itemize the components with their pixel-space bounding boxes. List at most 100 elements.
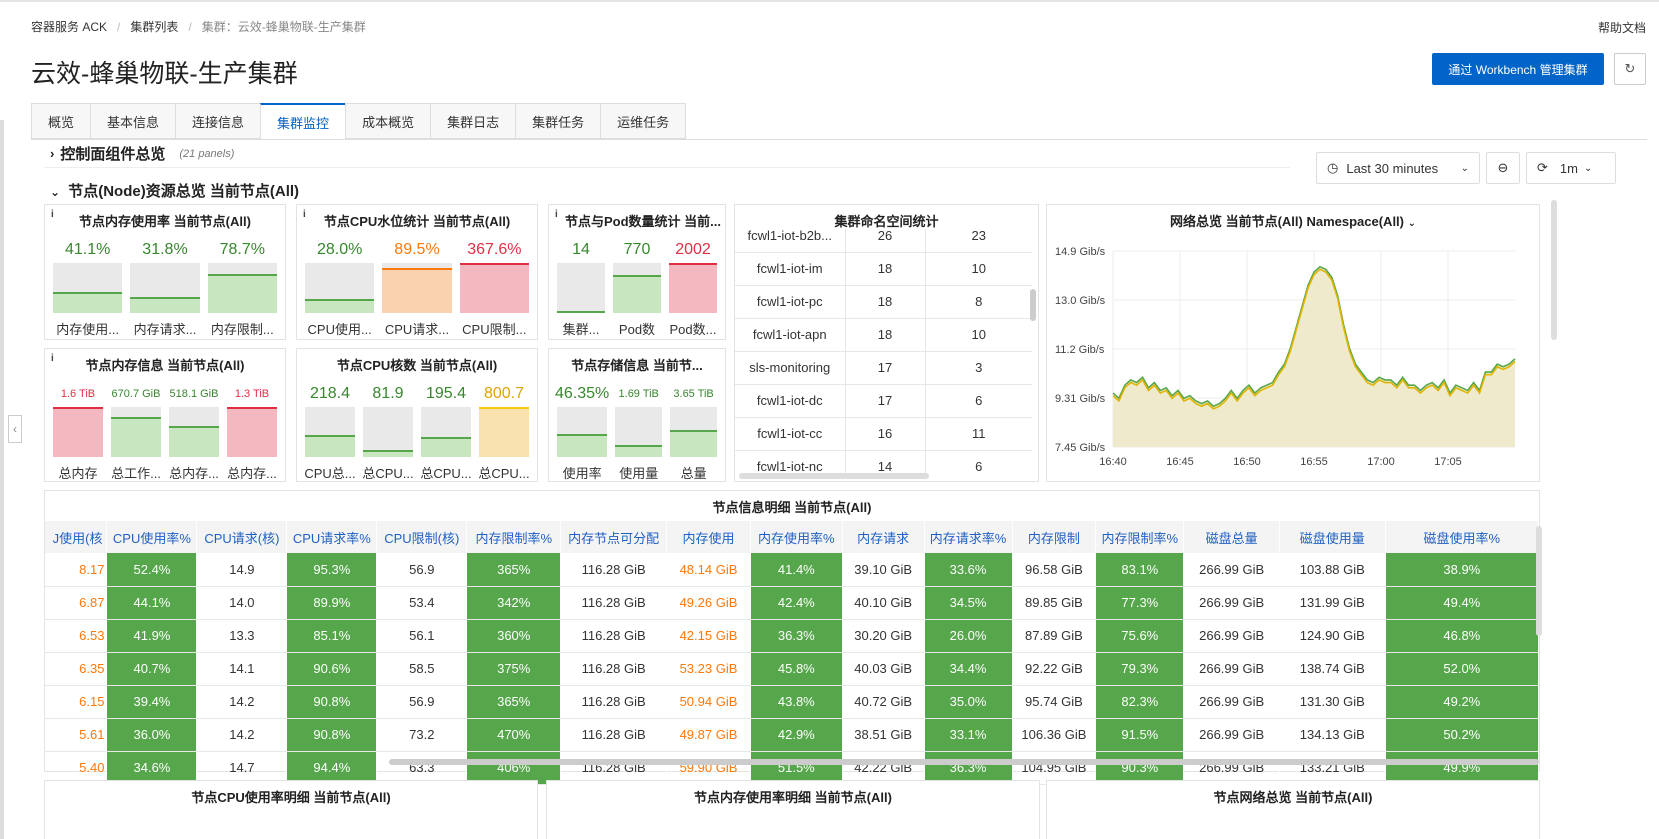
namespace-name: fcwl1-iot-cc (735, 417, 846, 451)
column-header[interactable]: 内存限制率% (1095, 521, 1185, 553)
namespace-hscroll[interactable] (739, 473, 929, 479)
tab-overview[interactable]: 概览 (31, 103, 91, 139)
column-header[interactable]: 磁盘使用率% (1385, 521, 1540, 553)
column-header[interactable]: 内存使用率% (750, 521, 843, 553)
gauge-bar (53, 407, 103, 457)
table-cell: 42.4% (750, 586, 843, 620)
tab-cost-overview[interactable]: 成本概览 (345, 103, 431, 139)
gauge-group: 1.6 TiB 总内存 670.7 GiB 总工作... 518.1 GiB 总内存...… (51, 383, 279, 481)
gauge-bar (363, 407, 413, 457)
column-header[interactable]: CPU请求(核) (196, 521, 288, 553)
sidebar-expand-icon[interactable]: ‹ (8, 415, 22, 443)
gauge-value: 518.1 GiB (169, 388, 219, 400)
table-cell: 53.4 (376, 586, 468, 620)
zoom-out-icon: ⊖ (1497, 160, 1509, 175)
table-cell: 116.28 GiB (560, 619, 668, 653)
table-vscroll[interactable] (1536, 526, 1542, 636)
gauge-label: 总CPU... (362, 466, 414, 481)
namespace-count: 16 (845, 417, 926, 451)
table-cell: 92.22 GiB (1012, 652, 1097, 686)
gauge-fill (305, 434, 355, 457)
gauge: 46.35% 使用率 (555, 383, 609, 481)
panel-title: 节点内存使用率 当前节点(All) (79, 214, 251, 229)
clock-icon: ◷ (1327, 160, 1339, 175)
namespace-count: 18 (845, 285, 926, 319)
tab-basic-info[interactable]: 基本信息 (90, 103, 176, 139)
gauge-label: 总内存... (169, 466, 219, 481)
column-header[interactable]: 内存请求率% (924, 521, 1013, 553)
gauge-label: 总CPU... (478, 466, 530, 481)
column-header[interactable]: CPU限制(核) (376, 521, 468, 553)
gauge: 367.6% CPU限制... (458, 239, 531, 337)
table-cell: 89.9% (286, 586, 378, 620)
table-cell: 13.3 (196, 619, 288, 653)
gauge-fill (169, 426, 219, 457)
column-header[interactable]: 内存使用 (666, 521, 751, 553)
namespace-count: 18 (845, 252, 926, 286)
help-docs-link[interactable]: 帮助文档 (1598, 19, 1646, 36)
table-cell: 40.03 GiB (842, 652, 925, 686)
gauge: 81.9 总CPU... (361, 383, 415, 481)
table-cell: 116.28 GiB (560, 685, 668, 719)
refresh-dashboard-button[interactable]: ⟳ 1m ⌄ (1526, 152, 1616, 184)
table-cell: 40.72 GiB (842, 685, 925, 719)
workbench-manage-button[interactable]: 通过 Workbench 管理集群 (1432, 53, 1604, 85)
zoom-out-button[interactable]: ⊖ (1486, 152, 1520, 184)
time-range-picker[interactable]: ◷ Last 30 minutes ⌄ (1316, 152, 1480, 184)
chevron-right-icon: › (50, 146, 55, 161)
gauge-value: 367.6% (467, 241, 522, 258)
table-cell: 82.3% (1095, 685, 1185, 719)
panel-title: 节点CPU核数 当前节点(All) (336, 358, 498, 373)
gauge: 41.1% 内存使用... (51, 239, 124, 337)
gauge: 89.5% CPU请求... (380, 239, 453, 337)
column-header[interactable]: CPU请求率% (286, 521, 378, 553)
panel-network: 网络总览 当前节点(All) Namespace(All) ⌄ 14.9 Gib… (1046, 204, 1540, 482)
column-header[interactable]: J使用(核 (45, 521, 108, 553)
row-control-plane[interactable]: › 控制面组件总览 (21 panels) (44, 140, 1290, 168)
namespace-count: 18 (845, 318, 926, 352)
panel-mem-detail: 节点内存使用率明细 当前节点(All) (546, 780, 1040, 839)
namespace-count: 6 (925, 450, 1032, 475)
namespace-row: fcwl1-iot-pc 18 8 (735, 285, 1032, 319)
column-header[interactable]: 磁盘使用量 (1279, 521, 1386, 553)
column-header[interactable]: 内存限制率% (466, 521, 562, 553)
x-tick-label: 17:05 (1434, 456, 1462, 468)
gauge-bar (130, 263, 200, 313)
tab-cluster-monitoring[interactable]: 集群监控 (260, 103, 346, 139)
namespace-vscroll[interactable] (1030, 289, 1036, 321)
tab-cluster-tasks[interactable]: 集群任务 (515, 103, 601, 139)
table-cell: 90.6% (286, 652, 378, 686)
table-cell: 44.1% (106, 586, 198, 620)
tab-connection-info[interactable]: 连接信息 (175, 103, 261, 139)
network-chart: 14.9 Gib/s 13.0 Gib/s 11.2 Gib/s 9.31 Gib/s… (1055, 246, 1516, 468)
column-header[interactable]: CPU使用率% (106, 521, 198, 553)
column-header[interactable]: 内存限制 (1012, 521, 1097, 553)
tab-ops-tasks[interactable]: 运维任务 (600, 103, 687, 139)
table-cell: 85.1% (286, 619, 378, 653)
table-cell: 6.87 (45, 586, 108, 620)
breadcrumb-ack[interactable]: 容器服务 ACK (31, 18, 107, 35)
table-cell: 50.94 GiB (666, 685, 751, 719)
table-row: 6.15 39.4% 14.2 90.8% 56.9 365% 116.28 GiB 50.9… (45, 685, 1540, 719)
gauge-value: 1.69 TiB (618, 388, 659, 400)
gauge-value: 770 (623, 241, 651, 258)
gauge-fill (111, 417, 161, 457)
gauge-fill (305, 299, 375, 313)
namespace-row: fcwl1-iot-b2b... 26 23 (735, 229, 1032, 253)
table-row: 6.35 40.7% 14.1 90.6% 58.5 375% 116.28 GiB 53.2… (45, 652, 1540, 686)
tab-cluster-logs[interactable]: 集群日志 (430, 103, 516, 139)
row-node-resources[interactable]: ⌄ 节点(Node)资源总览 当前节点(All) (44, 180, 299, 201)
column-header[interactable]: 磁盘总量 (1183, 521, 1280, 553)
table-cell: 26.0% (924, 619, 1013, 653)
column-header[interactable]: 内存请求 (842, 521, 925, 553)
table-cell: 8.17 (45, 553, 108, 587)
refresh-page-button[interactable]: ↻ (1614, 53, 1646, 85)
table-hscroll[interactable] (389, 759, 1539, 765)
gauge: 28.0% CPU使用... (303, 239, 376, 337)
panel-title: 节点与Pod数量统计 当前... (564, 214, 721, 229)
breadcrumb-cluster-list[interactable]: 集群列表 (130, 18, 178, 35)
table-row: 6.87 44.1% 14.0 89.9% 53.4 342% 116.28 GiB 49.2… (45, 586, 1540, 620)
column-header[interactable]: 内存节点可分配 (560, 521, 668, 553)
namespace-name: sls-monitoring (735, 351, 846, 385)
gauge-fill (459, 263, 529, 313)
